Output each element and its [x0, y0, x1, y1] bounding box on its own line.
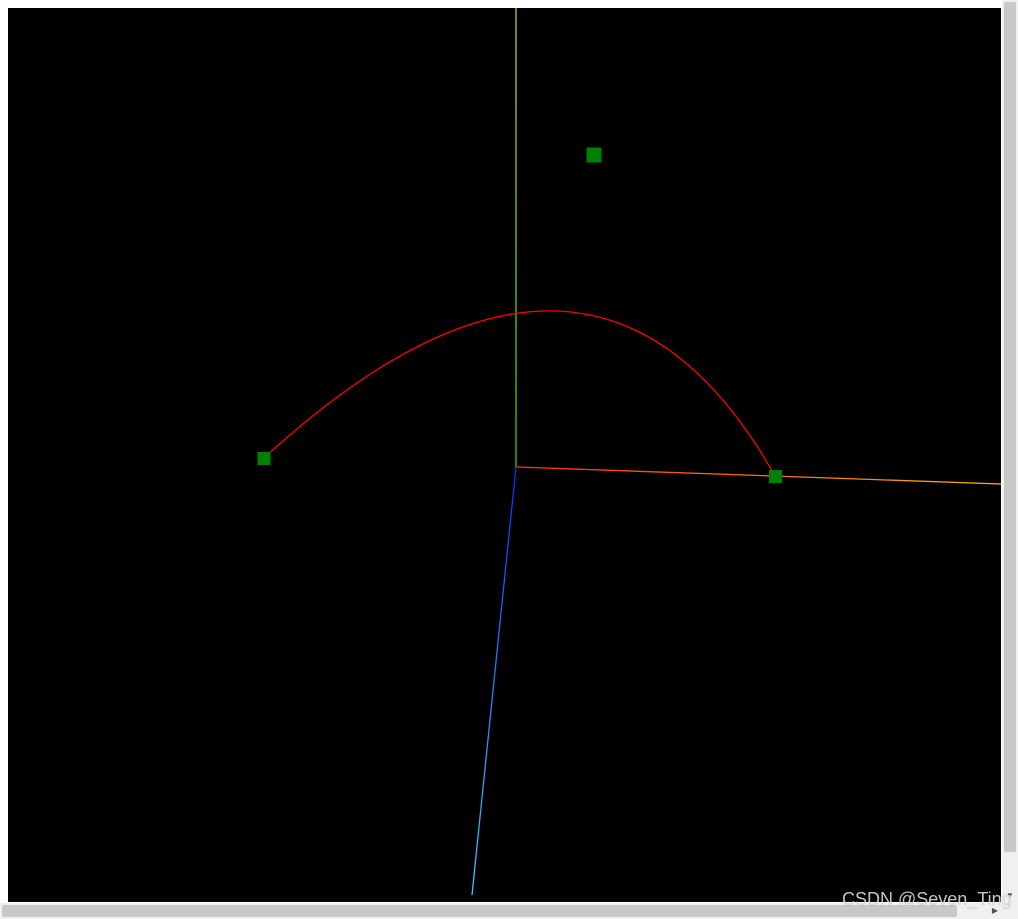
webgl-canvas[interactable] [8, 8, 1001, 902]
x-axis [515, 466, 1001, 485]
bezier-curve [263, 310, 776, 477]
z-axis [471, 466, 517, 896]
scene-svg [257, 8, 1001, 896]
watermark-text: CSDN @Seven_Ting [842, 889, 1012, 909]
vertical-scrollbar[interactable]: ▼ [1002, 0, 1018, 903]
horizontal-scrollbar-thumb[interactable] [2, 905, 957, 917]
vertical-scrollbar-thumb[interactable] [1004, 2, 1016, 852]
page: ▼ ▶ CSDN @Seven_Ting [0, 0, 1018, 919]
control-point-end[interactable] [769, 470, 782, 483]
control-point-start[interactable] [257, 452, 271, 465]
control-point-middle[interactable] [586, 147, 602, 163]
